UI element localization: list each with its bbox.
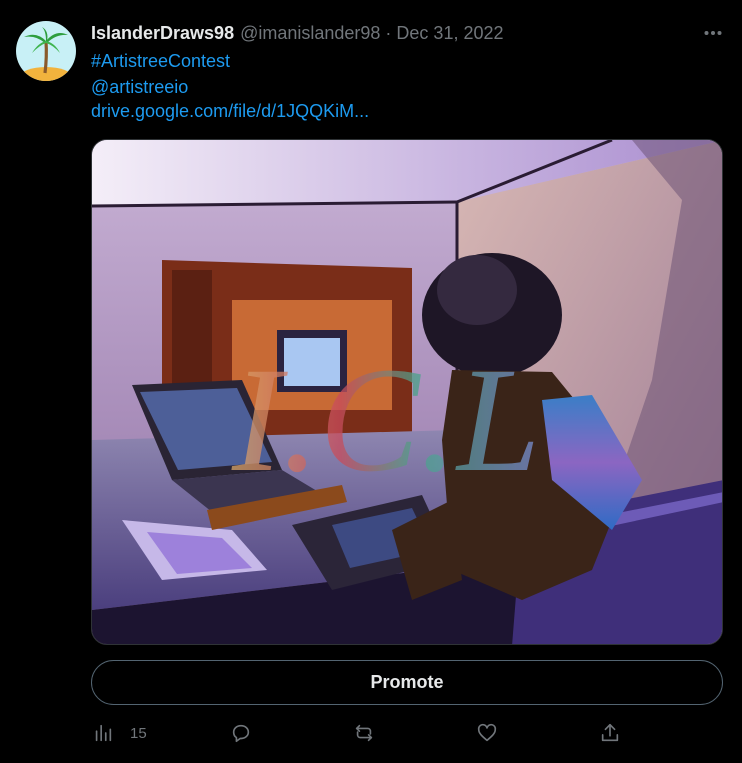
drive-link[interactable]: drive.google.com/file/d/1JQQKiM... — [91, 100, 369, 122]
retweet-button[interactable] — [353, 720, 375, 746]
user-handle[interactable]: @imanislander98 — [240, 23, 380, 44]
more-options-icon[interactable] — [700, 22, 726, 44]
like-button[interactable] — [476, 720, 498, 746]
tweet-header: IslanderDraws98 @imanislander98 · Dec 31… — [91, 22, 702, 44]
retweet-icon — [355, 724, 373, 742]
mention-link[interactable]: @artistreeio — [91, 76, 188, 98]
reply-button[interactable] — [230, 720, 252, 746]
separator-dot: · — [385, 22, 392, 43]
display-name[interactable]: IslanderDraws98 — [91, 23, 234, 44]
media-watermark: I.C.L — [231, 337, 540, 503]
palm-tree-island-icon — [16, 21, 76, 81]
analytics-count: 15 — [130, 724, 147, 742]
share-button[interactable] — [599, 720, 621, 746]
analytics-button[interactable]: 15 — [92, 720, 147, 746]
tweet-date[interactable]: Dec 31, 2022 — [396, 23, 503, 44]
tweet-actions: 15 — [91, 720, 723, 746]
reply-icon — [232, 724, 250, 743]
analytics-icon — [95, 724, 112, 742]
avatar[interactable] — [16, 21, 76, 81]
tweet-media-image[interactable]: I.C.L — [91, 139, 723, 645]
share-icon — [601, 723, 619, 742]
hashtag-link[interactable]: #ArtistreeContest — [91, 50, 230, 72]
promote-button[interactable]: Promote — [91, 660, 723, 705]
like-icon — [477, 723, 497, 742]
